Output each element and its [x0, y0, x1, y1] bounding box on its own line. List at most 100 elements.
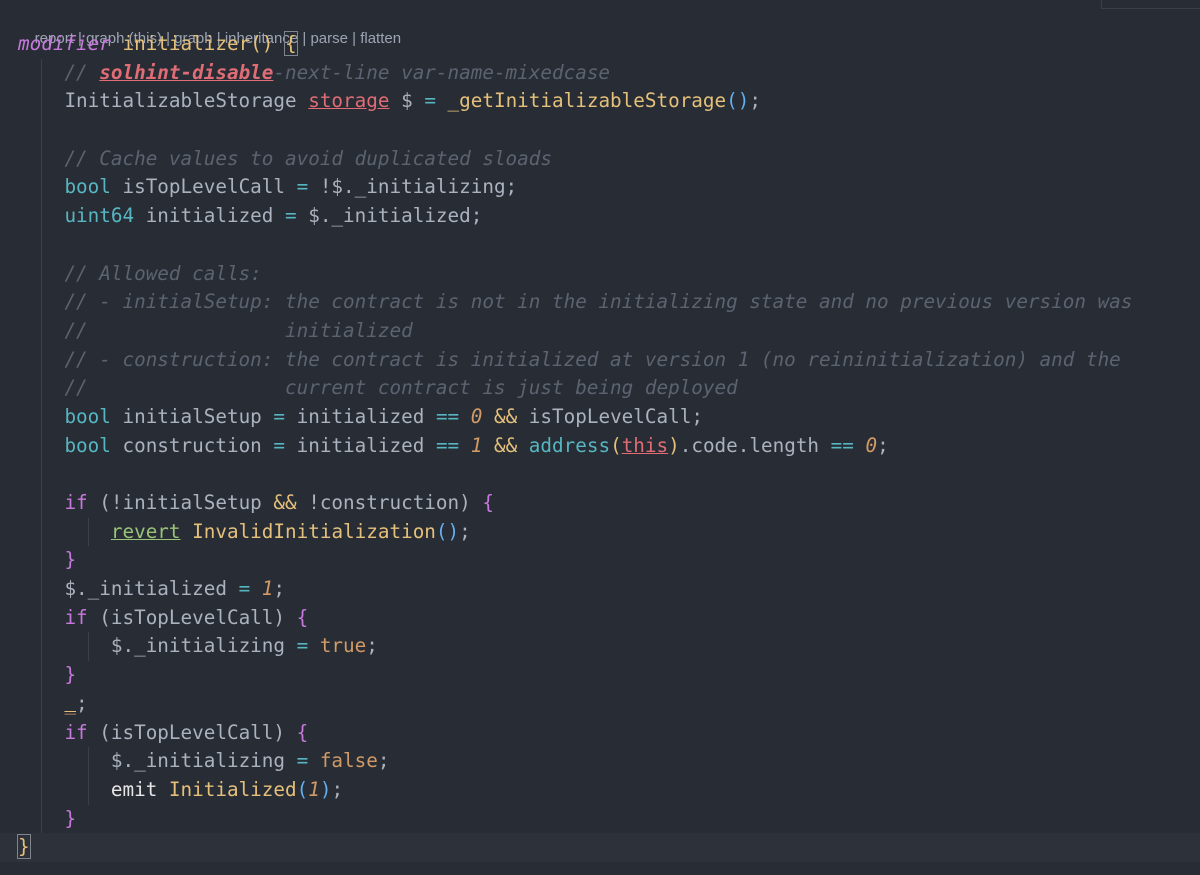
- indent-guide: [41, 431, 42, 461]
- revert-keyword: revert: [110, 519, 181, 543]
- codelens-bar: report | graph (this) | graph | inherita…: [18, 6, 401, 47]
- brace: }: [64, 663, 77, 687]
- variable: initialized: [285, 404, 436, 428]
- comment: // Cache values to avoid duplicated sloa…: [64, 146, 552, 170]
- condition: (isTopLevelCall): [87, 605, 297, 629]
- emit-keyword: emit: [110, 777, 158, 801]
- indent-guide: [88, 632, 89, 662]
- member-access: .code.length: [679, 433, 831, 457]
- function-call: InvalidInitialization: [180, 519, 436, 543]
- expression: $._initialized;: [296, 204, 483, 228]
- code-line-9[interactable]: // Allowed calls:: [18, 259, 1200, 289]
- code-line-5[interactable]: // Cache values to avoid duplicated sloa…: [18, 144, 1200, 174]
- number: 0: [459, 404, 483, 428]
- code-line-14[interactable]: bool initialSetup = initialized == 0 && …: [18, 402, 1200, 432]
- code-line-3[interactable]: InitializableStorage storage $ = _getIni…: [18, 87, 1200, 117]
- code-line-11[interactable]: // initialized: [18, 316, 1200, 346]
- code-line-1[interactable]: modifier initializer() {: [18, 30, 1200, 59]
- parens: (): [435, 519, 460, 543]
- variable: $._initializing: [110, 634, 297, 658]
- number: 1: [250, 577, 274, 601]
- indent-guide: [41, 632, 42, 662]
- paren: ): [668, 433, 680, 457]
- operator: =: [296, 749, 309, 773]
- this-keyword: this: [621, 433, 669, 457]
- code-line-18[interactable]: revert InvalidInitialization();: [18, 517, 1200, 547]
- code-line-28[interactable]: }: [18, 804, 1200, 834]
- indent-guide: [41, 661, 42, 690]
- parens: (): [726, 89, 750, 113]
- code-line-6[interactable]: bool isTopLevelCall = !$._initializing;: [18, 173, 1200, 203]
- indent-guide: [41, 718, 42, 748]
- brace: {: [296, 605, 309, 629]
- code-line-17[interactable]: if (!initialSetup && !construction) {: [18, 489, 1200, 518]
- code-line-22[interactable]: $._initializing = true;: [18, 632, 1200, 662]
- comment: //: [64, 60, 100, 84]
- code-line-25[interactable]: if (isTopLevelCall) {: [18, 718, 1200, 748]
- indent-guide: [41, 345, 42, 375]
- code-line-20[interactable]: $._initialized = 1;: [18, 575, 1200, 604]
- code-line-21[interactable]: if (isTopLevelCall) {: [18, 603, 1200, 633]
- expression: !$._initializing;: [308, 175, 518, 199]
- variable: $._initialized: [64, 577, 239, 601]
- semicolon: ;: [366, 634, 378, 658]
- type-keyword: bool: [64, 175, 111, 199]
- operator: =: [273, 404, 286, 428]
- paren: ): [319, 777, 332, 801]
- expression: isTopLevelCall;: [517, 404, 703, 428]
- indent-guide: [41, 517, 42, 547]
- brace: }: [64, 548, 77, 572]
- code-line-7[interactable]: uint64 initialized = $._initialized;: [18, 202, 1200, 231]
- indent-guide: [41, 202, 42, 231]
- indent-guide: [41, 747, 42, 776]
- variable: initialized: [134, 204, 286, 228]
- code-line-23[interactable]: }: [18, 661, 1200, 690]
- code-line-26[interactable]: $._initializing = false;: [18, 747, 1200, 776]
- semicolon: ;: [749, 89, 761, 113]
- comment-error: solhint-disable: [99, 60, 274, 84]
- operator: =: [424, 89, 436, 113]
- code-line-15[interactable]: bool construction = initialized == 1 && …: [18, 431, 1200, 461]
- type-keyword: bool: [64, 404, 111, 428]
- code-line-4[interactable]: [18, 116, 1200, 145]
- code-line-13[interactable]: // current contract is just being deploy…: [18, 374, 1200, 403]
- comment: // - construction: the contract is initi…: [64, 347, 1121, 371]
- indent-guide: [41, 546, 42, 576]
- condition: !construction): [296, 491, 483, 514]
- code-line-10[interactable]: // - initialSetup: the contract is not i…: [18, 288, 1200, 317]
- matched-brace: {: [284, 31, 298, 56]
- code-line-2[interactable]: // solhint-disable-next-line var-name-mi…: [18, 58, 1200, 88]
- indent-guide: [41, 460, 42, 489]
- comment: // Allowed calls:: [64, 261, 262, 285]
- function-name: initializer: [122, 32, 251, 55]
- condition: (!initialSetup: [87, 491, 274, 514]
- operator: =: [296, 175, 309, 199]
- indent-guide: [41, 116, 42, 145]
- code-line-27[interactable]: emit Initialized(1);: [18, 775, 1200, 805]
- paren: (: [610, 433, 622, 457]
- address-keyword: address: [517, 433, 611, 457]
- operator: ==: [830, 433, 854, 457]
- comment: // current contract is just being deploy…: [64, 376, 738, 400]
- code-line-16[interactable]: [18, 460, 1200, 489]
- code-line-12[interactable]: // - construction: the contract is initi…: [18, 345, 1200, 375]
- indent-guide: [41, 87, 42, 117]
- function-call: Initialized: [157, 777, 297, 801]
- code-line-29-current[interactable]: }: [0, 833, 1200, 862]
- code-line-19[interactable]: }: [18, 546, 1200, 576]
- variable: initialized: [285, 433, 436, 457]
- semicolon: ;: [377, 749, 390, 773]
- code-line-8[interactable]: [18, 230, 1200, 260]
- type-keyword: bool: [64, 433, 111, 457]
- matched-brace: }: [17, 834, 31, 860]
- code-editor[interactable]: report | graph (this) | graph | inherita…: [0, 0, 1200, 875]
- indent-guide: [88, 775, 89, 805]
- code-line-24[interactable]: _;: [18, 689, 1200, 719]
- operator: =: [273, 433, 286, 457]
- indent-guide: [41, 775, 42, 805]
- keyword: if: [64, 720, 88, 744]
- indent-guide: [41, 804, 42, 834]
- semicolon: ;: [273, 577, 285, 601]
- comment: // initialized: [64, 318, 413, 342]
- code-area[interactable]: modifier initializer() { // solhint-disa…: [0, 30, 1200, 862]
